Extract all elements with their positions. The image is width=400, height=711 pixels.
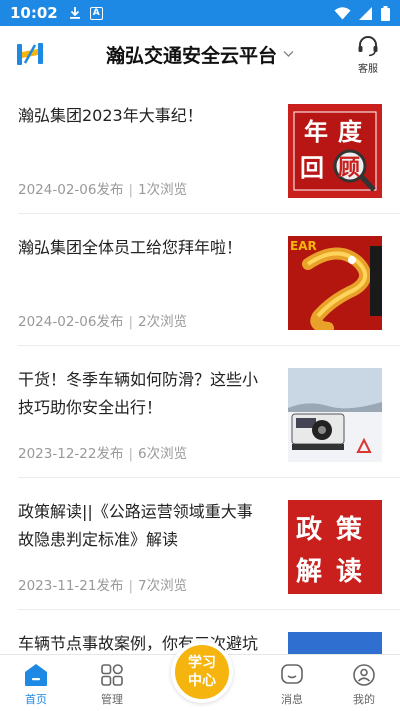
news-date: 2024-02-06发布: [18, 182, 124, 198]
nav-messages[interactable]: 消息: [262, 663, 322, 707]
customer-service-button[interactable]: 客服: [350, 34, 386, 75]
news-thumbnail: 年 度 回 顾: [288, 104, 382, 198]
page-title[interactable]: 瀚弘交通安全云平台: [106, 41, 277, 68]
news-title: 干货！冬季车辆如何防滑？这些小技巧助你安全出行！: [18, 370, 259, 417]
wifi-icon: [334, 6, 351, 19]
status-time: 10:02: [10, 4, 58, 22]
news-meta: 2023-12-22发布 | 6次浏览: [18, 446, 188, 462]
nav-home[interactable]: 首页: [6, 663, 66, 707]
news-list: 瀚弘集团2023年大事纪！ 2024-02-06发布 | 1次浏览 年 度 回 顾 …: [0, 82, 400, 654]
nav-home-label: 首页: [25, 693, 47, 706]
nav-manage-label: 管理: [101, 693, 123, 706]
thumb-text: 策: [336, 514, 362, 545]
news-views: 1次浏览: [138, 182, 188, 198]
chevron-down-icon[interactable]: [283, 50, 294, 58]
a-letter-icon: A: [89, 6, 103, 20]
news-item[interactable]: 政策解读||《公路运营领域重大事故隐患判定标准》解读 2023-11-21发布 |…: [18, 478, 400, 610]
news-date: 2024-02-06发布: [18, 314, 124, 330]
thumb-text: 度: [338, 118, 363, 146]
nav-manage[interactable]: 管理: [82, 663, 142, 707]
news-title: 瀚弘集团2023年大事纪！: [18, 106, 203, 125]
news-meta: 2024-02-06发布 | 1次浏览: [18, 182, 188, 198]
news-views: 2次浏览: [138, 314, 188, 330]
grid-icon: [101, 664, 123, 686]
status-bar: 10:02 A: [0, 0, 400, 26]
news-title: 车辆节点事故案例，你有三次避坑: [18, 634, 259, 653]
news-date: 2023-11-21发布: [18, 578, 124, 594]
app-header: 瀚弘交通安全云平台 客服: [0, 26, 400, 82]
learning-center-line2: 中心: [188, 673, 216, 689]
nav-mine-label: 我的: [353, 693, 375, 706]
news-item[interactable]: 瀚弘集团全体员工给您拜年啦！ 2024-02-06发布 | 2次浏览 EAR: [18, 214, 400, 346]
thumb-text: EAR: [290, 239, 317, 253]
download-icon: [69, 7, 80, 19]
thumb-text: 顾: [338, 156, 360, 181]
thumb-text: 解: [296, 557, 322, 587]
news-meta: 2023-11-21发布 | 7次浏览: [18, 578, 188, 594]
nav-messages-label: 消息: [281, 693, 303, 706]
headset-icon: [358, 36, 378, 57]
chat-icon: [281, 664, 303, 684]
service-label: 客服: [358, 64, 378, 75]
signal-icon: [359, 6, 372, 20]
thumb-text: 年: [304, 118, 328, 146]
battery-icon: [381, 5, 390, 21]
news-thumbnail: [288, 632, 382, 654]
news-thumbnail: [288, 368, 382, 462]
news-views: 7次浏览: [138, 578, 188, 594]
news-meta: 2024-02-06发布 | 2次浏览: [18, 314, 188, 330]
thumb-text: 回: [300, 154, 324, 182]
nav-mine[interactable]: 我的: [334, 663, 394, 707]
learning-center-button[interactable]: 学习 中心: [171, 641, 233, 703]
thumb-text: 读: [336, 557, 362, 587]
news-thumbnail: EAR: [288, 236, 382, 330]
news-title: 瀚弘集团全体员工给您拜年啦！: [18, 238, 243, 257]
thumb-text: 政: [296, 514, 322, 545]
news-date: 2023-12-22发布: [18, 446, 124, 462]
app-logo-icon[interactable]: [16, 40, 44, 68]
news-item[interactable]: 瀚弘集团2023年大事纪！ 2024-02-06发布 | 1次浏览 年 度 回 顾: [18, 82, 400, 214]
home-icon: [25, 664, 47, 686]
user-icon: [353, 664, 375, 686]
learning-center-line1: 学习: [188, 655, 216, 671]
news-thumbnail: 政 策 解 读: [288, 500, 382, 594]
news-item[interactable]: 干货！冬季车辆如何防滑？这些小技巧助你安全出行！ 2023-12-22发布 | 6次…: [18, 346, 400, 478]
news-title: 政策解读||《公路运营领域重大事故隐患判定标准》解读: [18, 502, 253, 549]
news-views: 6次浏览: [138, 446, 188, 462]
